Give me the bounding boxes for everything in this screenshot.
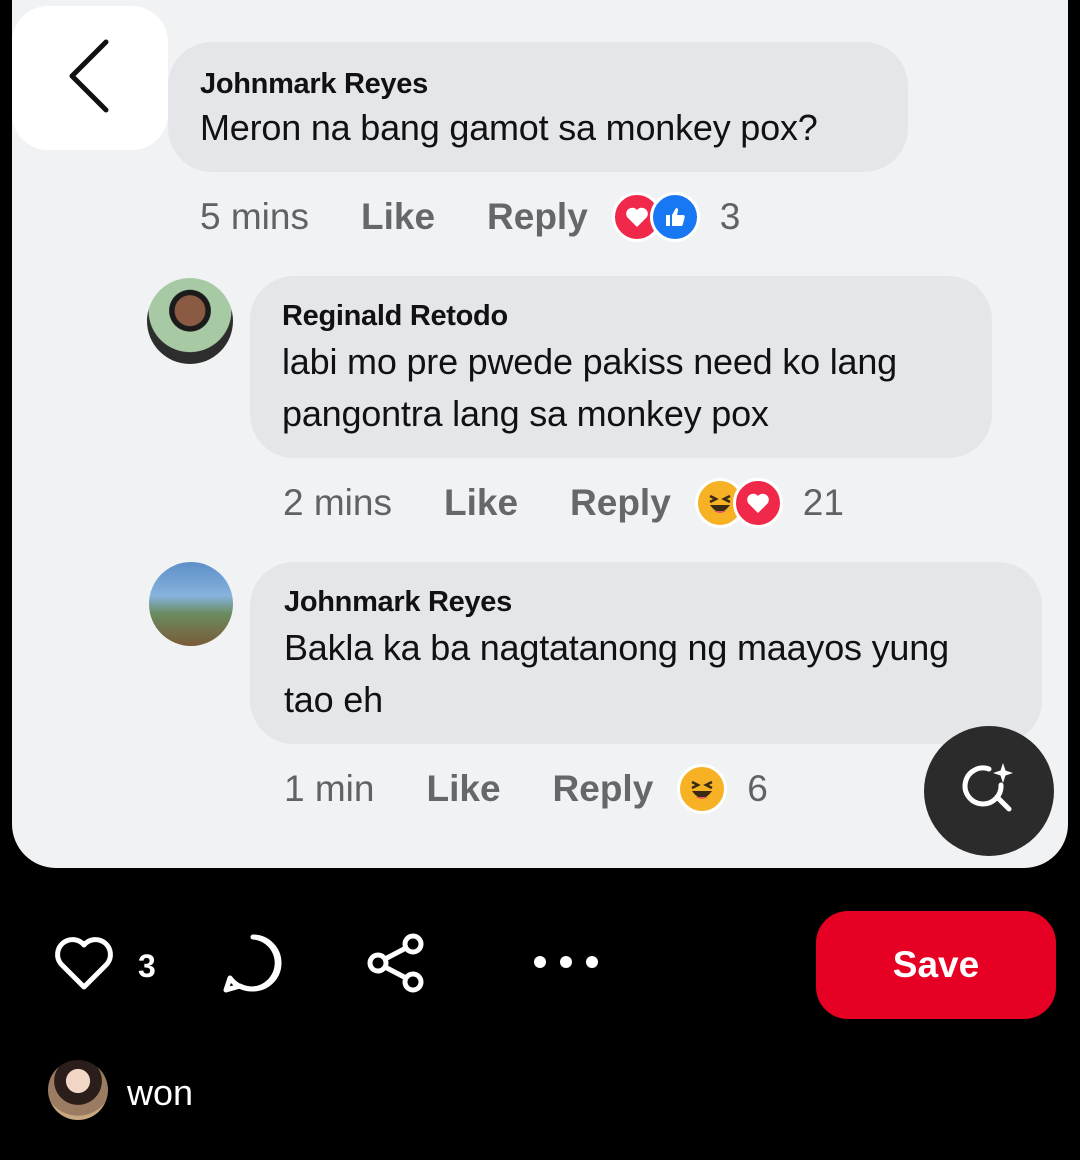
reaction-count: 6 [747,768,768,809]
comment-avatar [147,278,233,364]
love-reaction-icon [732,478,783,528]
share-icon [365,933,427,998]
comment-meta: 1 min Like Reply 6 [284,764,768,814]
comment-author: Johnmark Reyes [200,68,428,100]
comment-meta: 5 mins Like Reply 3 [200,192,740,242]
reply-link[interactable]: Reply [570,482,671,524]
reaction-count: 3 [719,196,741,237]
comment-text: labi mo pre pwede pakiss need ko lang [282,341,897,382]
like-link[interactable]: Like [444,482,518,524]
comment-button[interactable] [220,932,286,998]
like-button[interactable] [50,934,118,996]
share-button[interactable] [364,933,428,998]
save-button[interactable]: Save [816,911,1056,1019]
reaction-count: 21 [802,482,844,523]
reactions [611,192,700,242]
back-button[interactable] [12,6,168,150]
comment-time: 2 mins [283,482,392,523]
reactions [694,478,783,528]
haha-reaction-icon [677,764,728,814]
comment-icon [222,932,284,999]
like-reaction-icon [649,192,700,242]
comment-bubble: Johnmark Reyes Meron na bang gamot sa mo… [168,42,908,172]
reply-link[interactable]: Reply [487,196,588,238]
pin-image[interactable]: Johnmark Reyes Meron na bang gamot sa mo… [12,0,1068,868]
comment-bubble: Johnmark Reyes Bakla ka ba nagtatanong n… [250,562,1042,744]
reactions [677,764,728,814]
like-link[interactable]: Like [426,768,500,810]
creator-avatar[interactable] [48,1060,108,1120]
comment-text: tao eh [284,679,383,720]
more-icon [530,952,602,977]
reply-link[interactable]: Reply [553,768,654,810]
comment-time: 1 min [284,768,375,809]
comment-meta: 2 mins Like Reply 21 [283,478,844,528]
comment-text: Meron na bang gamot sa monkey pox? [200,107,818,148]
visual-search-button[interactable] [924,726,1054,856]
comment-bubble: Reginald Retodo labi mo pre pwede pakiss… [250,276,992,458]
comment-author: Reginald Retodo [282,300,508,332]
comment-author: Johnmark Reyes [284,586,512,618]
visual-search-icon [957,757,1021,826]
comment-time: 5 mins [200,196,309,237]
heart-icon [53,935,115,996]
comment-text: pangontra lang sa monkey pox [282,393,769,434]
more-button[interactable] [526,946,606,982]
back-arrow-icon [66,38,114,119]
like-link[interactable]: Like [361,196,435,238]
creator-name[interactable]: won [127,1072,193,1114]
comment-text: Bakla ka ba nagtatanong ng maayos yung [284,627,949,668]
comment-avatar [149,562,233,646]
like-count: 3 [138,948,156,984]
